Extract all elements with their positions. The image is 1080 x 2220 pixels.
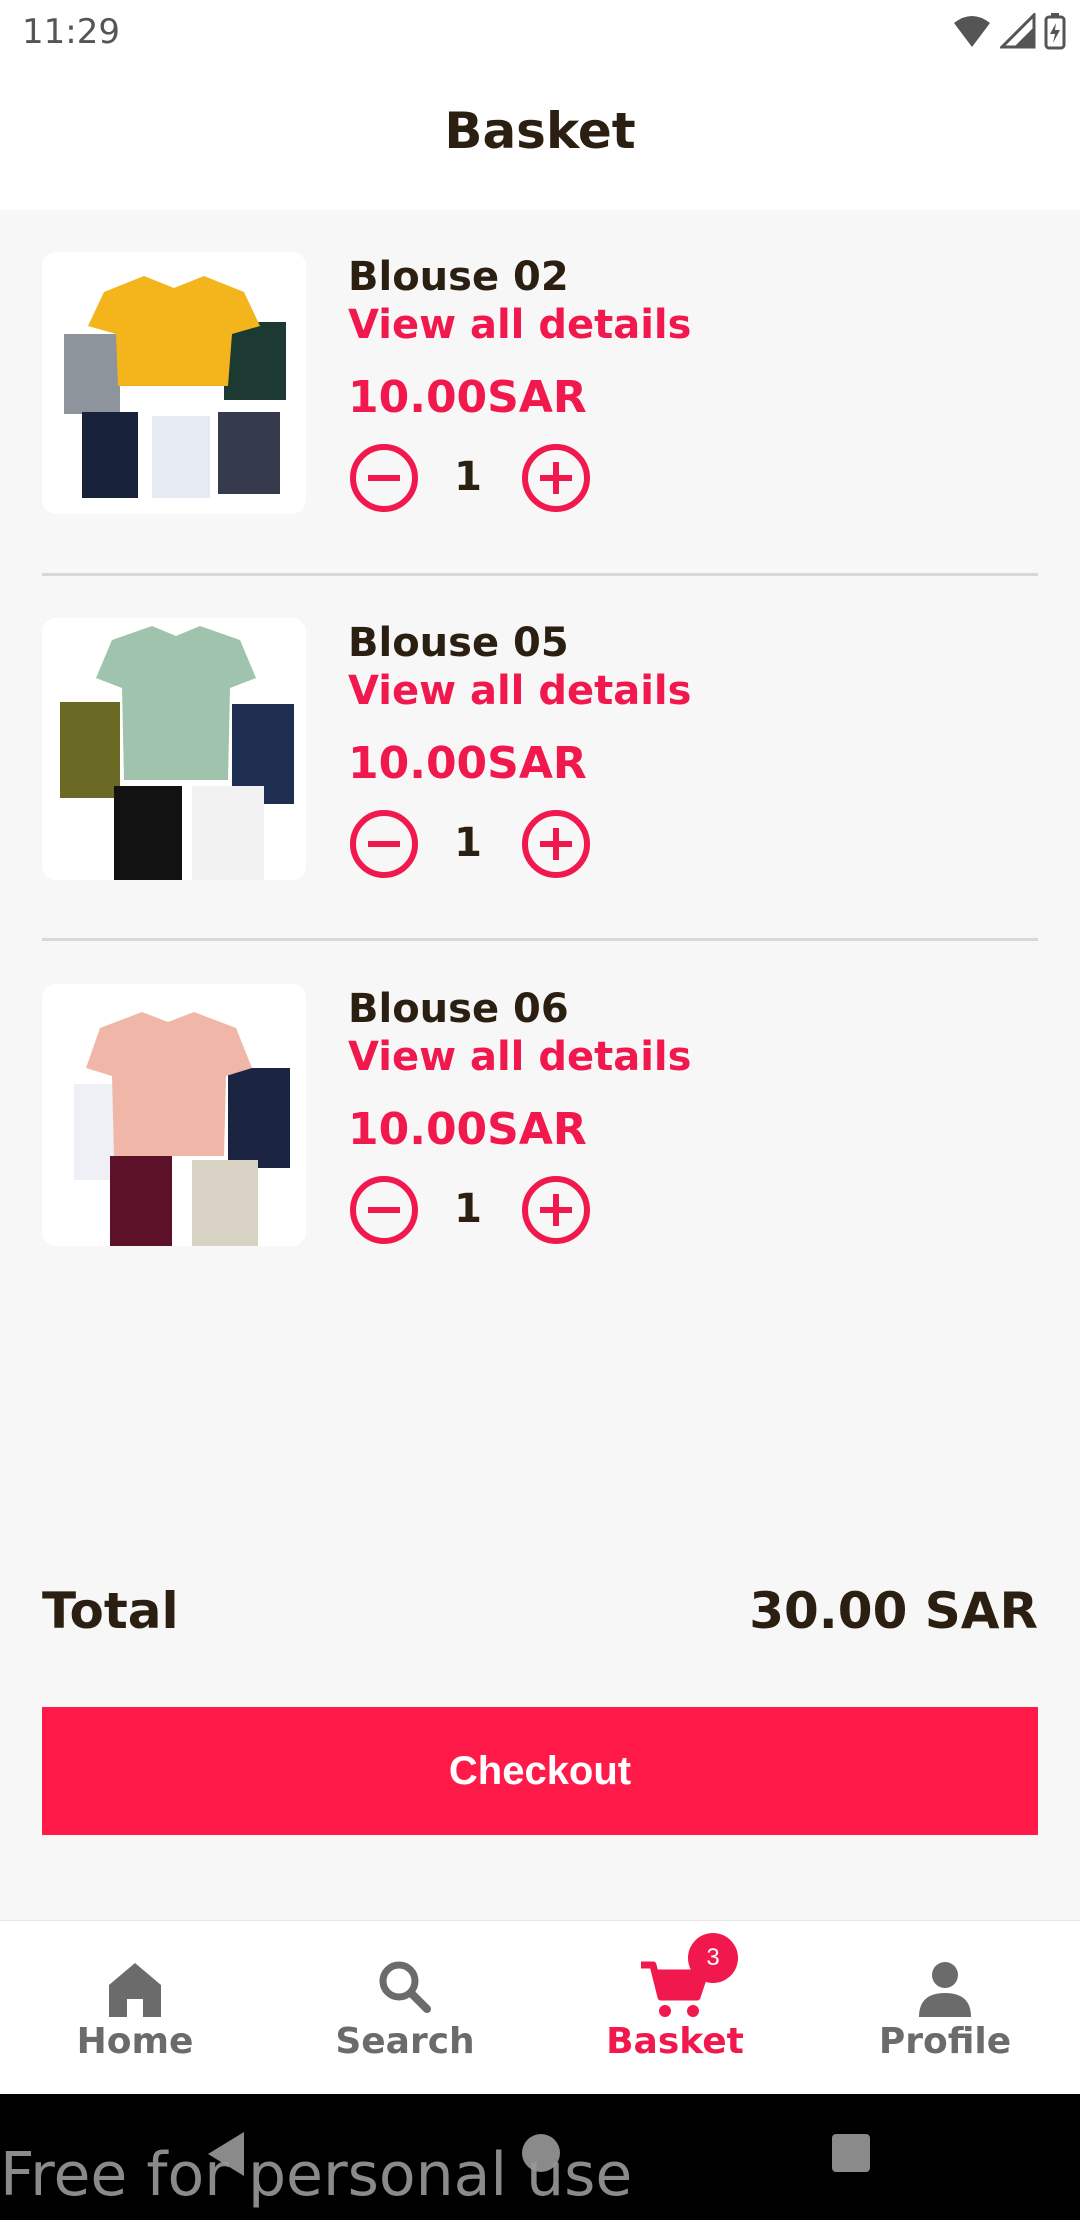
total-value: 30.00 SAR <box>749 1582 1038 1640</box>
total-label: Total <box>42 1582 179 1640</box>
item-name: Blouse 02 <box>348 254 569 300</box>
quantity-stepper: 1 <box>348 808 598 880</box>
shirts-image <box>42 618 306 880</box>
view-details-link[interactable]: View all details <box>348 302 691 348</box>
minus-circle-icon[interactable] <box>348 442 420 514</box>
minus-circle-icon[interactable] <box>348 808 420 880</box>
divider <box>42 938 1038 941</box>
product-image[interactable] <box>42 984 306 1246</box>
minus-circle-icon[interactable] <box>348 1174 420 1246</box>
watermark-text: Free for personal use <box>0 2140 633 2210</box>
bottom-nav: Home Search Basket Profile 3 <box>0 1920 1080 2094</box>
view-details-link[interactable]: View all details <box>348 668 691 714</box>
quantity-stepper: 1 <box>348 442 598 514</box>
basket-item: Blouse 05 View all details 10.00SAR 1 <box>0 576 1080 906</box>
search-icon <box>379 1961 431 2013</box>
item-name: Blouse 06 <box>348 986 569 1032</box>
plus-circle-icon[interactable] <box>520 808 592 880</box>
basket-item: Blouse 02 View all details 10.00SAR 1 <box>0 210 1080 540</box>
signal-icon <box>1000 13 1036 49</box>
wifi-icon <box>954 16 990 47</box>
item-price: 10.00SAR <box>348 1104 587 1155</box>
checkout-button[interactable]: Checkout <box>42 1707 1038 1835</box>
shirts-image <box>42 984 306 1246</box>
home-icon <box>109 1963 161 2017</box>
status-icons <box>952 12 1066 50</box>
quantity-value: 1 <box>454 1186 482 1232</box>
nav-label: Basket <box>606 2021 744 2062</box>
nav-label: Search <box>335 2021 475 2062</box>
item-price: 10.00SAR <box>348 372 587 423</box>
battery-icon <box>1044 13 1066 50</box>
cart-count-badge: 3 <box>688 1933 738 1983</box>
nav-label: Home <box>76 2021 194 2062</box>
plus-circle-icon[interactable] <box>520 1174 592 1246</box>
product-image[interactable] <box>42 252 306 514</box>
item-name: Blouse 05 <box>348 620 569 666</box>
nav-item-basket[interactable]: Basket <box>540 1921 810 2095</box>
plus-circle-icon[interactable] <box>520 442 592 514</box>
shirts-image <box>42 252 306 514</box>
product-image[interactable] <box>42 618 306 880</box>
recents-icon[interactable] <box>830 2132 872 2174</box>
nav-item-search[interactable]: Search <box>270 1921 540 2095</box>
quantity-value: 1 <box>454 454 482 500</box>
item-price: 10.00SAR <box>348 738 587 789</box>
page-title: Basket <box>444 102 636 160</box>
person-icon <box>919 1962 971 2017</box>
nav-label: Profile <box>878 2021 1012 2062</box>
app-header: Basket <box>0 64 1080 210</box>
quantity-value: 1 <box>454 820 482 866</box>
nav-item-profile[interactable]: Profile <box>810 1921 1080 2095</box>
basket-item: Blouse 06 View all details 10.00SAR 1 <box>0 942 1080 1272</box>
nav-item-home[interactable]: Home <box>0 1921 270 2095</box>
status-bar: 11:29 <box>0 0 1080 64</box>
status-time: 11:29 <box>22 12 120 52</box>
view-details-link[interactable]: View all details <box>348 1034 691 1080</box>
quantity-stepper: 1 <box>348 1174 598 1246</box>
